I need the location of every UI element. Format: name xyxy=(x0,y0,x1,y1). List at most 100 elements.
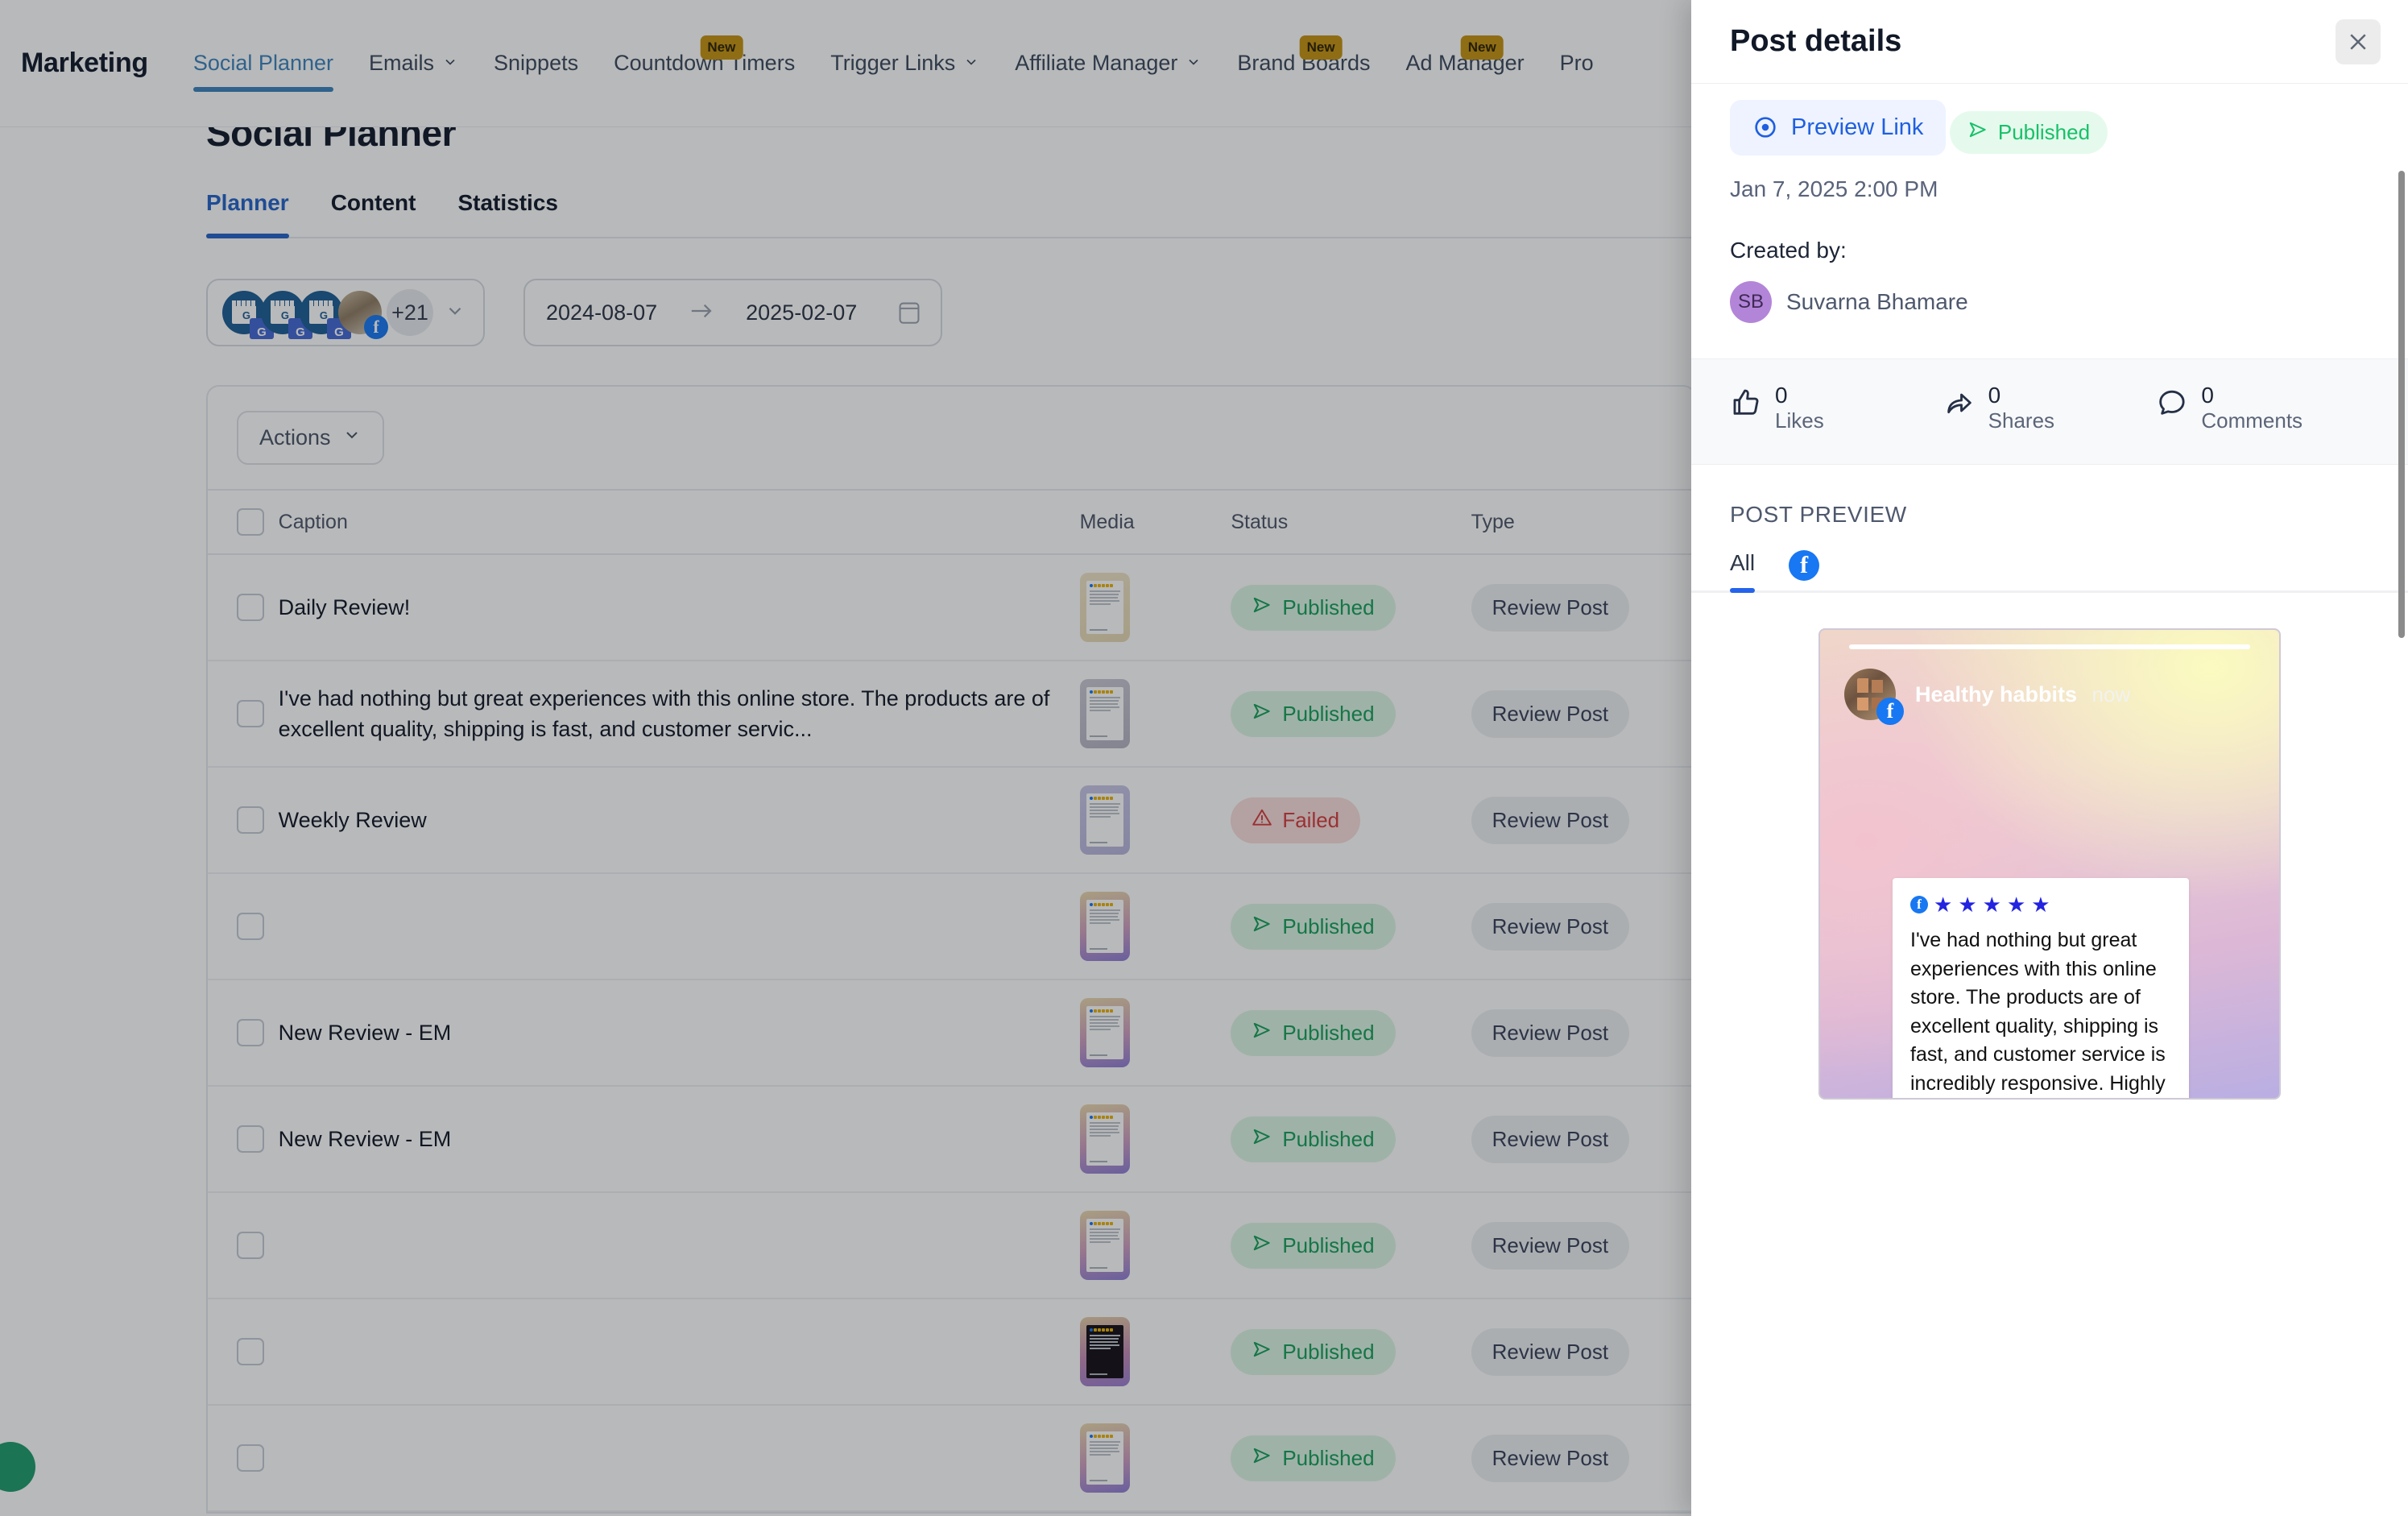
row-checkbox[interactable] xyxy=(208,554,279,661)
media-thumbnail[interactable] xyxy=(1079,679,1130,748)
cell-media xyxy=(1079,1086,1231,1193)
table-row[interactable]: Published Review Post xyxy=(208,1405,1694,1512)
status-label: Published xyxy=(1282,594,1375,619)
preview-page-header: f Healthy habbits now xyxy=(1844,669,2130,726)
table-row[interactable]: New Review - EM Published Review Post xyxy=(208,980,1694,1087)
drawer-title: Post details xyxy=(1730,24,1902,58)
type-badge: Review Post xyxy=(1471,1221,1630,1270)
stat-comments: 0 Comments xyxy=(2156,383,2369,436)
cell-caption xyxy=(278,1192,1080,1299)
google-business-profile-icon: GG xyxy=(222,291,274,339)
table-row[interactable]: Published Review Post xyxy=(208,1299,1694,1406)
avatar-stack: GG GG GG f xyxy=(222,291,388,339)
app-brand: Marketing xyxy=(21,48,148,78)
nav-item-label: Emails xyxy=(369,51,435,75)
media-thumbnail[interactable] xyxy=(1079,1317,1130,1386)
close-icon[interactable] xyxy=(2336,19,2381,64)
nav-item-label: Affiliate Manager xyxy=(1015,51,1178,75)
media-thumbnail[interactable] xyxy=(1079,998,1130,1067)
tab-all-label: All xyxy=(1730,550,1756,576)
nav-item-emails[interactable]: Emails xyxy=(351,0,476,127)
tab-all[interactable]: All xyxy=(1730,550,1756,594)
select-all-checkbox[interactable] xyxy=(208,489,279,555)
media-thumbnail[interactable] xyxy=(1079,1211,1130,1280)
drawer-header: Post details xyxy=(1691,0,2408,84)
type-badge: Review Post xyxy=(1471,902,1630,951)
row-checkbox[interactable] xyxy=(208,1405,279,1512)
warning-icon xyxy=(1252,807,1272,834)
checkbox-icon[interactable] xyxy=(237,913,264,940)
nav-item-brand-boards[interactable]: Brand Boards New xyxy=(1219,0,1388,127)
account-picker[interactable]: GG GG GG f +21 xyxy=(206,279,485,346)
type-badge: Review Post xyxy=(1471,690,1630,738)
table-row[interactable]: Daily Review! Published Review Post xyxy=(208,554,1694,661)
actions-button[interactable]: Actions xyxy=(237,411,384,465)
media-thumbnail[interactable] xyxy=(1079,892,1130,961)
date-range-start[interactable]: 2024-08-07 xyxy=(546,300,657,325)
preview-link-label: Preview Link xyxy=(1791,114,1924,140)
review-text: I've had nothing but great experiences w… xyxy=(1910,929,2166,1095)
table-row[interactable]: New Review - EM Published Review Post xyxy=(208,1086,1694,1193)
calendar-icon[interactable] xyxy=(899,301,920,324)
media-thumbnail[interactable] xyxy=(1079,1423,1130,1493)
nav-item-affiliate-manager[interactable]: Affiliate Manager xyxy=(997,0,1219,127)
cell-type: Review Post xyxy=(1471,1405,1694,1512)
cell-type: Review Post xyxy=(1471,980,1694,1087)
nav-item-pro[interactable]: Pro xyxy=(1542,0,1612,127)
type-badge: Review Post xyxy=(1471,1009,1630,1057)
caption-text: I've had nothing but great experiences w… xyxy=(278,686,1050,741)
date-range-picker[interactable]: 2024-08-07 2025-02-07 xyxy=(523,279,943,346)
checkbox-icon[interactable] xyxy=(237,806,264,834)
row-checkbox[interactable] xyxy=(208,1299,279,1406)
date-range-end[interactable]: 2025-02-07 xyxy=(746,300,857,325)
checkbox-icon[interactable] xyxy=(237,1125,264,1153)
tab-facebook[interactable]: f xyxy=(1789,550,1820,590)
chevron-down-icon[interactable] xyxy=(445,300,465,325)
drawer-scrollbar[interactable] xyxy=(2398,171,2405,638)
new-badge: New xyxy=(1460,35,1504,60)
nav-item-trigger-links[interactable]: Trigger Links xyxy=(813,0,997,127)
table-toolbar: Actions xyxy=(208,387,1694,489)
share-icon xyxy=(1943,387,1976,419)
column-header-caption: Caption xyxy=(278,489,1080,555)
row-checkbox[interactable] xyxy=(208,980,279,1087)
tab-planner[interactable]: Planner xyxy=(206,190,289,238)
media-thumbnail[interactable] xyxy=(1079,573,1130,642)
checkbox-icon[interactable] xyxy=(237,1444,264,1472)
nav-item-countdown-timers[interactable]: Countdown Timers New xyxy=(596,0,813,127)
cell-caption: New Review - EM xyxy=(278,980,1080,1087)
post-preview-card: f Healthy habbits now f ★ ★ ★ ★ ★ I've h… xyxy=(1818,628,2281,1100)
type-badge: Review Post xyxy=(1471,1115,1630,1163)
media-thumbnail[interactable] xyxy=(1079,785,1130,855)
table-row[interactable]: Published Review Post xyxy=(208,1192,1694,1299)
nav-item-snippets[interactable]: Snippets xyxy=(476,0,596,127)
table-row[interactable]: Published Review Post xyxy=(208,873,1694,980)
row-checkbox[interactable] xyxy=(208,1086,279,1193)
table-row[interactable]: Weekly Review Failed Review Post xyxy=(208,767,1694,874)
tab-statistics[interactable]: Statistics xyxy=(457,190,558,237)
row-checkbox[interactable] xyxy=(208,1192,279,1299)
checkbox-icon[interactable] xyxy=(237,594,264,621)
nav-item-social-planner[interactable]: Social Planner xyxy=(176,0,351,127)
nav-item-ad-manager[interactable]: Ad Manager New xyxy=(1388,0,1542,127)
created-by-label: Created by: xyxy=(1730,237,1847,263)
checkbox-icon[interactable] xyxy=(237,508,264,536)
checkbox-icon[interactable] xyxy=(237,700,264,727)
row-checkbox[interactable] xyxy=(208,767,279,874)
stat-count: 0 xyxy=(1775,382,1788,408)
checkbox-icon[interactable] xyxy=(237,1338,264,1365)
tab-content[interactable]: Content xyxy=(331,190,416,237)
cell-status: Published xyxy=(1231,1086,1471,1193)
row-checkbox[interactable] xyxy=(208,873,279,980)
row-checkbox[interactable] xyxy=(208,661,279,768)
checkbox-icon[interactable] xyxy=(237,1019,264,1046)
facebook-icon: f xyxy=(1789,550,1820,582)
preview-link-button[interactable]: Preview Link xyxy=(1730,99,1947,155)
status-badge: Failed xyxy=(1231,797,1361,843)
checkbox-icon[interactable] xyxy=(237,1232,264,1259)
table-row[interactable]: I've had nothing but great experiences w… xyxy=(208,661,1694,768)
media-thumbnail[interactable] xyxy=(1079,1104,1130,1174)
google-business-profile-icon: GG xyxy=(261,291,312,339)
send-icon xyxy=(1252,913,1272,940)
send-icon xyxy=(1252,1339,1272,1365)
